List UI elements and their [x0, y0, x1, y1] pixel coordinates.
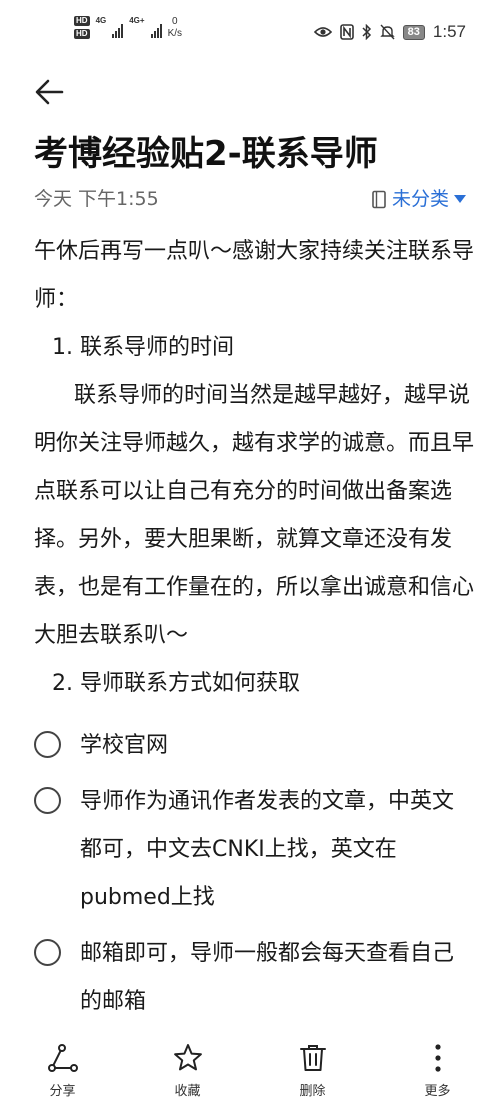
checkbox-circle-icon[interactable] [34, 939, 61, 966]
checklist: 学校官网 导师作为通讯作者发表的文章，中英文都可，中文去CNKI上找，英文在pu… [34, 722, 474, 1026]
note-title[interactable]: 考博经验贴2-联系导师 [34, 128, 474, 180]
star-icon [173, 1044, 202, 1071]
back-button[interactable] [32, 72, 72, 112]
bluetooth-icon [362, 24, 371, 40]
note-date: 今天 下午1:55 [34, 188, 159, 210]
category-label: 未分类 [391, 188, 449, 210]
share-button[interactable]: 分享 [23, 1030, 103, 1099]
battery-indicator: 83 [402, 24, 425, 40]
favorite-button[interactable]: 收藏 [148, 1030, 228, 1099]
network-type-1: 4G [95, 16, 107, 25]
hd-badge: HD [74, 29, 90, 39]
checklist-item: 学校官网 [34, 722, 474, 770]
status-left: HD HD 4G 4G+ 0 K/s [74, 16, 182, 40]
share-icon [47, 1044, 78, 1072]
checklist-item-text: 学校官网 [80, 733, 169, 758]
section-heading-2: 2. 导师联系方式如何获取 [52, 671, 300, 696]
more-label: 更多 [424, 1084, 451, 1099]
signal-icon [112, 24, 124, 38]
favorite-label: 收藏 [174, 1084, 201, 1099]
section-heading-1: 1. 联系导师的时间 [52, 335, 234, 360]
category-selector[interactable]: 未分类 [371, 184, 466, 214]
more-button[interactable]: 更多 [398, 1030, 478, 1099]
share-label: 分享 [49, 1084, 76, 1099]
clock: 1:57 [432, 22, 466, 41]
bottom-toolbar: 分享 收藏 删除 更多 [0, 1030, 500, 1103]
network-speed-unit: K/s [167, 28, 183, 39]
eye-icon [313, 27, 332, 37]
note-meta: 今天 下午1:55 未分类 [34, 184, 466, 214]
trash-icon [299, 1045, 326, 1071]
checklist-item-text: 邮箱即可，导师一般都会每天查看自己的邮箱 [80, 941, 455, 1014]
network-type-2: 4G+ [129, 16, 145, 25]
note-body[interactable]: 午休后再写一点叭～感谢大家持续关注联系导师： 1. 联系导师的时间 联系导师的时… [34, 228, 474, 1034]
delete-button[interactable]: 删除 [273, 1030, 353, 1099]
arrow-left-icon [35, 79, 64, 105]
mute-bell-icon [379, 24, 395, 40]
intro-paragraph: 午休后再写一点叭～感谢大家持续关注联系导师： [34, 239, 475, 312]
notebook-icon [372, 190, 386, 208]
hd-badge: HD [74, 16, 90, 26]
checkbox-circle-icon[interactable] [34, 787, 61, 814]
signal-icon [150, 24, 162, 38]
network-speed: 0 K/s [168, 16, 182, 40]
hd-badges: HD HD [74, 16, 90, 39]
status-right: 83 1:57 [313, 22, 466, 42]
checklist-item: 导师作为通讯作者发表的文章，中英文都可，中文去CNKI上找，英文在pubmed上… [34, 778, 474, 922]
section-body-1: 联系导师的时间当然是越早越好，越早说明你关注导师越久，越有求学的诚意。而且早点联… [34, 383, 475, 648]
status-bar: HD HD 4G 4G+ 0 K/s 83 1:57 [0, 0, 500, 64]
checklist-item: 邮箱即可，导师一般都会每天查看自己的邮箱 [34, 930, 474, 1026]
delete-label: 删除 [299, 1084, 326, 1099]
more-vertical-icon [434, 1044, 441, 1072]
nfc-icon [339, 24, 354, 40]
chevron-down-icon [454, 195, 466, 203]
network-speed-value: 0 [172, 16, 178, 27]
checkbox-circle-icon[interactable] [34, 731, 61, 758]
checklist-item-text: 导师作为通讯作者发表的文章，中英文都可，中文去CNKI上找，英文在pubmed上… [80, 789, 455, 910]
